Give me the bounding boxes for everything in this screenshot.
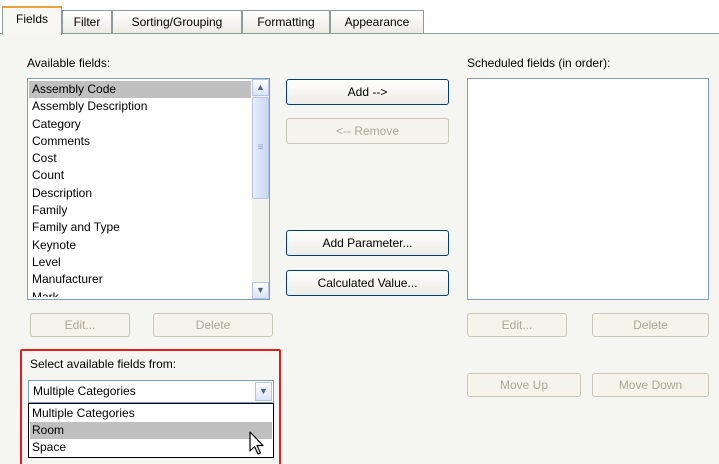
available-field-item[interactable]: Assembly Description	[29, 98, 251, 115]
available-field-item[interactable]: Assembly Code	[29, 81, 251, 99]
scroll-up-icon[interactable]: ▲	[252, 79, 269, 96]
available-field-item[interactable]: Cost	[29, 150, 251, 167]
move-down-button[interactable]: Move Down	[592, 373, 709, 397]
tab-strip: Fields Filter Sorting/Grouping Formattin…	[0, 0, 719, 35]
fields-source-value: Multiple Categories	[33, 384, 136, 398]
available-fields-scrollbar[interactable]: ▲ ≡ ▼	[252, 79, 269, 299]
available-field-item[interactable]: Family and Type	[29, 219, 251, 236]
fields-source-select[interactable]: Multiple Categories ▼	[28, 380, 274, 403]
chevron-down-icon[interactable]: ▼	[255, 382, 272, 401]
available-field-item[interactable]: Family	[29, 202, 251, 219]
available-field-item[interactable]: Manufacturer	[29, 271, 251, 288]
add-parameter-button[interactable]: Add Parameter...	[286, 230, 449, 256]
available-fields-items: Assembly Code Assembly Description Categor…	[29, 81, 251, 297]
scheduled-fields-label: Scheduled fields (in order):	[467, 56, 611, 70]
available-field-item[interactable]: Category	[29, 116, 251, 133]
fields-source-options: Multiple Categories Room Space	[30, 405, 272, 456]
grip-icon: ≡	[257, 142, 264, 153]
fields-source-option[interactable]: Room	[30, 422, 272, 439]
tab-formatting[interactable]: Formatting	[242, 10, 330, 34]
available-field-item[interactable]: Comments	[29, 133, 251, 150]
available-field-item[interactable]: Description	[29, 185, 251, 202]
available-field-item[interactable]: Level	[29, 254, 251, 271]
tab-sorting-grouping[interactable]: Sorting/Grouping	[112, 10, 242, 34]
select-fields-from-label: Select available fields from:	[30, 357, 177, 371]
scheduled-delete-button[interactable]: Delete	[592, 313, 709, 337]
scroll-down-icon[interactable]: ▼	[252, 282, 269, 299]
available-field-item[interactable]: Count	[29, 167, 251, 184]
scheduled-edit-button[interactable]: Edit...	[467, 313, 567, 337]
add-button[interactable]: Add -->	[286, 79, 449, 105]
tab-fields[interactable]: Fields	[2, 6, 62, 35]
fields-source-option[interactable]: Multiple Categories	[30, 405, 272, 422]
available-delete-button[interactable]: Delete	[153, 313, 273, 337]
scheduled-fields-list[interactable]	[467, 78, 709, 300]
available-fields-label: Available fields:	[27, 56, 111, 70]
tab-appearance[interactable]: Appearance	[330, 10, 424, 34]
remove-button[interactable]: <-- Remove	[286, 118, 449, 144]
fields-tab-panel: Available fields: Assembly Code Assembly …	[0, 33, 719, 464]
fields-source-dropdown: Multiple Categories Room Space	[28, 403, 274, 458]
move-up-button[interactable]: Move Up	[467, 373, 581, 397]
tab-filter[interactable]: Filter	[62, 10, 112, 34]
available-fields-list[interactable]: Assembly Code Assembly Description Categor…	[27, 78, 270, 300]
fields-source-option[interactable]: Space	[30, 439, 272, 456]
available-field-item[interactable]: Keynote	[29, 237, 251, 254]
scroll-thumb[interactable]: ≡	[252, 97, 269, 199]
available-field-item[interactable]: Mark	[29, 289, 251, 297]
calculated-value-button[interactable]: Calculated Value...	[286, 270, 449, 296]
available-edit-button[interactable]: Edit...	[30, 313, 130, 337]
